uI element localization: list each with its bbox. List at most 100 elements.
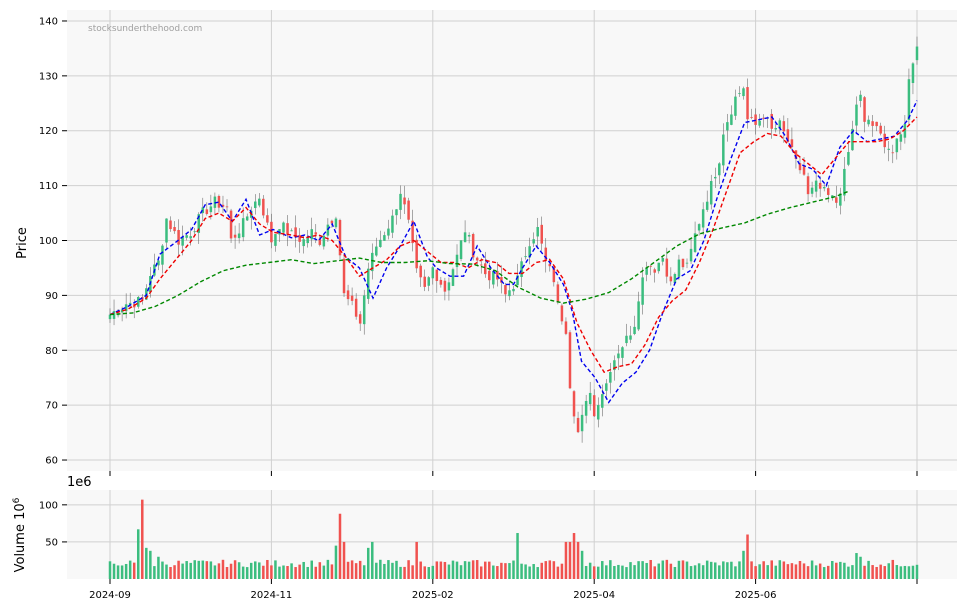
candle-body	[366, 268, 370, 299]
candle-body	[108, 314, 112, 320]
candle-body	[726, 122, 729, 131]
candle-body	[734, 96, 737, 116]
volume-bar	[217, 563, 221, 579]
candle-body	[455, 254, 459, 268]
volume-bar	[887, 563, 891, 579]
candle-body	[822, 187, 826, 189]
candle-body	[173, 227, 176, 232]
volume-bar	[282, 565, 285, 579]
volume-bar	[722, 561, 725, 579]
candle-body	[722, 134, 725, 166]
candle-body	[899, 134, 903, 142]
volume-bar	[435, 561, 439, 579]
volume-bar	[500, 562, 503, 579]
candle-body	[225, 206, 229, 208]
candle-body	[136, 296, 140, 307]
volume-bar	[120, 565, 124, 579]
price-tick-label: 140	[39, 16, 58, 27]
candle-body	[701, 209, 705, 228]
candle-body	[609, 371, 612, 383]
volume-bar	[899, 566, 903, 579]
candle-body	[229, 210, 233, 239]
volume-bar	[306, 566, 309, 579]
candle-body	[407, 200, 410, 220]
volume-bar	[479, 566, 483, 579]
candle-body	[314, 232, 318, 235]
candle-body	[629, 335, 632, 340]
volume-bar	[903, 565, 907, 579]
volume-bar	[851, 565, 854, 579]
stock-chart: 60 70 80 90 100 110 120 130 140 50 100 2024-09 202…	[0, 0, 966, 611]
candle-body	[439, 279, 443, 285]
volume-bar	[286, 565, 289, 579]
volume-bar	[411, 565, 414, 579]
price-tick-label: 90	[45, 291, 58, 302]
candle-body	[270, 221, 273, 243]
volume-bar	[879, 564, 882, 579]
candle-body	[855, 104, 858, 126]
candle-body	[193, 231, 196, 233]
volume-bar	[754, 566, 757, 579]
volume-bar	[556, 566, 560, 579]
candle-body	[258, 198, 261, 206]
candle-body	[241, 218, 245, 238]
candle-body	[818, 182, 822, 189]
volume-bar	[673, 566, 677, 579]
candle-body	[387, 228, 390, 236]
volume-bar	[609, 560, 612, 579]
candle-body	[475, 257, 479, 261]
volume-bar	[278, 566, 281, 579]
volume-bar	[249, 562, 253, 579]
volume-bar	[463, 561, 467, 579]
volume-bar	[132, 562, 136, 579]
volume-bar	[383, 563, 386, 579]
volume-bar	[431, 565, 435, 579]
candle-body	[709, 181, 713, 205]
volume-bar	[149, 550, 152, 579]
candle-body	[512, 288, 515, 292]
candle-body	[282, 222, 285, 233]
volume-bar	[241, 566, 245, 579]
volume-bar	[544, 561, 548, 579]
candle-body	[354, 298, 358, 317]
volume-bar	[443, 561, 447, 579]
volume-bar	[855, 553, 858, 579]
volume-bar	[637, 561, 640, 579]
volume-bar	[475, 560, 479, 579]
volume-bar	[826, 565, 830, 579]
volume-bar	[697, 563, 701, 579]
candle-body	[592, 395, 596, 417]
candle-body	[653, 269, 656, 273]
volume-bar	[806, 566, 810, 579]
volume-bar	[592, 566, 596, 579]
volume-bar	[601, 561, 604, 579]
volume-bar	[718, 565, 721, 579]
candle-body	[641, 277, 644, 305]
volume-bar	[758, 564, 761, 579]
candle-body	[782, 121, 786, 132]
candle-body	[540, 224, 543, 244]
volume-bar	[839, 561, 842, 579]
candle-body	[774, 128, 778, 130]
volume-bar	[455, 561, 459, 579]
volume-bar	[185, 561, 188, 579]
volume-bar	[742, 550, 745, 579]
volume-bar	[810, 560, 814, 579]
volume-bar	[750, 561, 753, 579]
watermark: stocksunderthehood.com	[88, 24, 202, 34]
candle-body	[738, 93, 741, 94]
volume-bar	[540, 562, 543, 579]
candle-body	[298, 234, 301, 242]
x-tick-label: 2025-06	[735, 590, 777, 601]
volume-bar	[621, 565, 624, 579]
candle-body	[677, 259, 681, 277]
volume-bar	[358, 560, 362, 579]
volume-bar	[298, 564, 301, 579]
volume-bar	[863, 565, 866, 579]
volume-bar	[322, 565, 326, 579]
candle-body	[532, 239, 535, 244]
volume-bar	[645, 562, 648, 579]
volume-tick-label: 50	[45, 537, 58, 548]
volume-bar	[770, 560, 773, 579]
volume-bar	[859, 556, 862, 579]
